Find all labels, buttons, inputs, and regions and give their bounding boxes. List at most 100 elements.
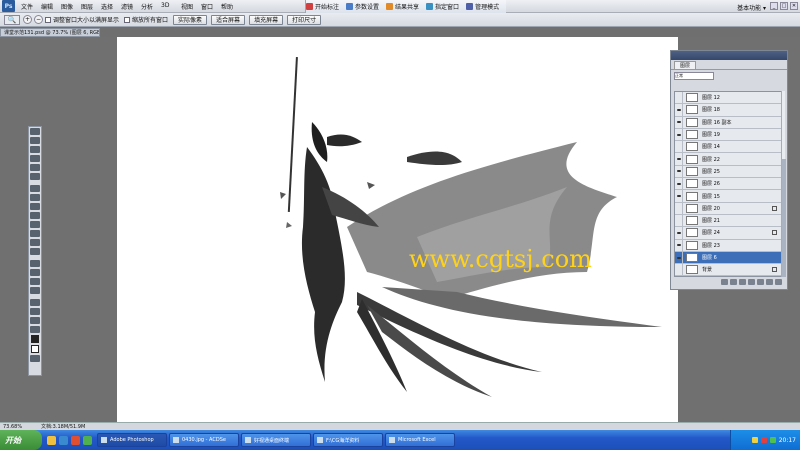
- menu-layer[interactable]: 图层: [81, 2, 101, 11]
- quick-mask-icon[interactable]: [30, 355, 40, 362]
- menu-help[interactable]: 帮助: [221, 2, 241, 11]
- ext-start-annotate-button[interactable]: 开始标注: [306, 2, 339, 11]
- blend-mode-select[interactable]: 正常: [674, 72, 714, 80]
- layer-row[interactable]: 图层 6: [675, 251, 781, 265]
- menu-analysis[interactable]: 分析: [141, 2, 161, 11]
- delete-layer-icon[interactable]: [775, 279, 782, 285]
- visibility-eye-icon[interactable]: [675, 202, 683, 214]
- quick-launch-icon[interactable]: [83, 435, 92, 445]
- print-size-button[interactable]: 打印尺寸: [287, 14, 322, 25]
- ext-settings-button[interactable]: 参数设置: [346, 2, 379, 11]
- layer-row[interactable]: 图层 25: [675, 165, 781, 179]
- visibility-eye-icon[interactable]: [675, 264, 683, 276]
- visibility-eye-icon[interactable]: [675, 190, 683, 202]
- 3d-rotate-tool-icon[interactable]: [30, 299, 40, 306]
- lasso-tool-icon[interactable]: [30, 146, 40, 153]
- maximize-button[interactable]: □: [780, 2, 788, 10]
- marquee-tool-icon[interactable]: [30, 137, 40, 144]
- zoom-out-button[interactable]: −: [34, 15, 43, 24]
- layer-row[interactable]: 图层 15: [675, 190, 781, 203]
- workspace-switcher[interactable]: 基本功能 ▾: [737, 3, 766, 12]
- zoom-level[interactable]: 73.68%: [3, 424, 41, 430]
- visibility-eye-icon[interactable]: [675, 104, 683, 116]
- ext-manage-button[interactable]: 管理模式: [466, 2, 499, 11]
- history-brush-tool-icon[interactable]: [30, 212, 40, 219]
- layer-row[interactable]: 图层 12: [675, 92, 781, 105]
- taskbar-button[interactable]: Microsoft Excel: [385, 433, 455, 447]
- menu-select[interactable]: 选择: [101, 2, 121, 11]
- visibility-eye-icon[interactable]: [675, 141, 683, 153]
- eraser-tool-icon[interactable]: [30, 221, 40, 228]
- zoom-in-button[interactable]: +: [23, 15, 32, 24]
- close-button[interactable]: ✕: [790, 2, 798, 10]
- path-select-tool-icon[interactable]: [30, 278, 40, 285]
- layer-row[interactable]: 图层 22: [675, 153, 781, 166]
- link-layers-icon[interactable]: [721, 279, 728, 285]
- 3d-orbit-tool-icon[interactable]: [30, 308, 40, 315]
- visibility-eye-icon[interactable]: [675, 165, 683, 178]
- layer-style-icon[interactable]: [730, 279, 737, 285]
- taskbar-button[interactable]: Adobe Photoshop: [97, 433, 167, 447]
- layer-scrollbar[interactable]: [781, 91, 786, 277]
- healing-brush-tool-icon[interactable]: [30, 185, 40, 192]
- layer-row[interactable]: 图层 19: [675, 128, 781, 142]
- layer-row[interactable]: 图层 16 副本: [675, 116, 781, 129]
- menu-view[interactable]: 视图: [181, 2, 201, 11]
- taskbar-button[interactable]: F:\CG海洋资料: [313, 433, 383, 447]
- tray-icon[interactable]: [769, 437, 776, 443]
- menu-window[interactable]: 窗口: [201, 2, 221, 11]
- background-color-swatch[interactable]: [31, 345, 39, 353]
- move-tool-icon[interactable]: [30, 128, 40, 135]
- menu-image[interactable]: 图像: [61, 2, 81, 11]
- resize-windows-checkbox[interactable]: 调整窗口大小以满屏显示: [45, 15, 119, 24]
- document-canvas[interactable]: www.cgtsj.com: [117, 37, 678, 422]
- eyedropper-tool-icon[interactable]: [30, 173, 40, 180]
- quick-launch-icon[interactable]: [47, 435, 56, 445]
- tray-icon[interactable]: [760, 437, 767, 443]
- menu-file[interactable]: 文件: [21, 2, 41, 11]
- fill-screen-button[interactable]: 填充屏幕: [249, 14, 284, 25]
- zoom-all-windows-checkbox[interactable]: 缩放所有窗口: [124, 15, 168, 24]
- layer-row[interactable]: 图层 18: [675, 104, 781, 117]
- visibility-eye-icon[interactable]: [675, 227, 683, 239]
- tray-icon[interactable]: [751, 437, 758, 443]
- scrollbar-thumb[interactable]: [782, 159, 786, 277]
- adjustment-layer-icon[interactable]: [748, 279, 755, 285]
- visibility-eye-icon[interactable]: [675, 214, 683, 227]
- blur-tool-icon[interactable]: [30, 239, 40, 246]
- layer-row[interactable]: 图层 24: [675, 227, 781, 240]
- hand-tool-icon[interactable]: [30, 317, 40, 324]
- visibility-eye-icon[interactable]: [675, 116, 683, 128]
- pen-tool-icon[interactable]: [30, 260, 40, 267]
- clone-stamp-tool-icon[interactable]: [30, 203, 40, 210]
- dodge-tool-icon[interactable]: [30, 248, 40, 255]
- layer-row[interactable]: 图层 14: [675, 141, 781, 154]
- document-tab[interactable]: 课堂示范131.psd @ 73.7% (图层 6, RGB/8): [0, 28, 100, 37]
- layer-row[interactable]: 图层 26: [675, 178, 781, 191]
- zoom-tool-preset[interactable]: 🔍: [4, 14, 20, 25]
- layer-row[interactable]: 背景: [675, 264, 781, 276]
- quick-launch-icon[interactable]: [59, 435, 68, 445]
- visibility-eye-icon[interactable]: [675, 128, 683, 141]
- ext-window-button[interactable]: 指定窗口: [426, 2, 459, 11]
- gradient-tool-icon[interactable]: [30, 230, 40, 237]
- visibility-eye-icon[interactable]: [675, 178, 683, 190]
- menu-3d[interactable]: 3D: [161, 2, 181, 11]
- visibility-eye-icon[interactable]: [675, 153, 683, 165]
- new-group-icon[interactable]: [757, 279, 764, 285]
- actual-pixels-button[interactable]: 实际像素: [173, 14, 208, 25]
- minimize-button[interactable]: _: [770, 2, 778, 10]
- tab-layers[interactable]: 图层: [674, 60, 697, 69]
- crop-tool-icon[interactable]: [30, 164, 40, 171]
- layer-row[interactable]: 图层 20: [675, 202, 781, 215]
- shape-tool-icon[interactable]: [30, 287, 40, 294]
- start-button[interactable]: 开始: [0, 430, 42, 450]
- menu-edit[interactable]: 编辑: [41, 2, 61, 11]
- ext-share-button[interactable]: 结果共享: [386, 2, 419, 11]
- quick-select-tool-icon[interactable]: [30, 155, 40, 162]
- zoom-tool-icon[interactable]: [30, 326, 40, 333]
- new-layer-icon[interactable]: [766, 279, 773, 285]
- visibility-eye-icon[interactable]: [675, 92, 683, 104]
- visibility-eye-icon[interactable]: [675, 239, 683, 251]
- brush-tool-icon[interactable]: [30, 194, 40, 201]
